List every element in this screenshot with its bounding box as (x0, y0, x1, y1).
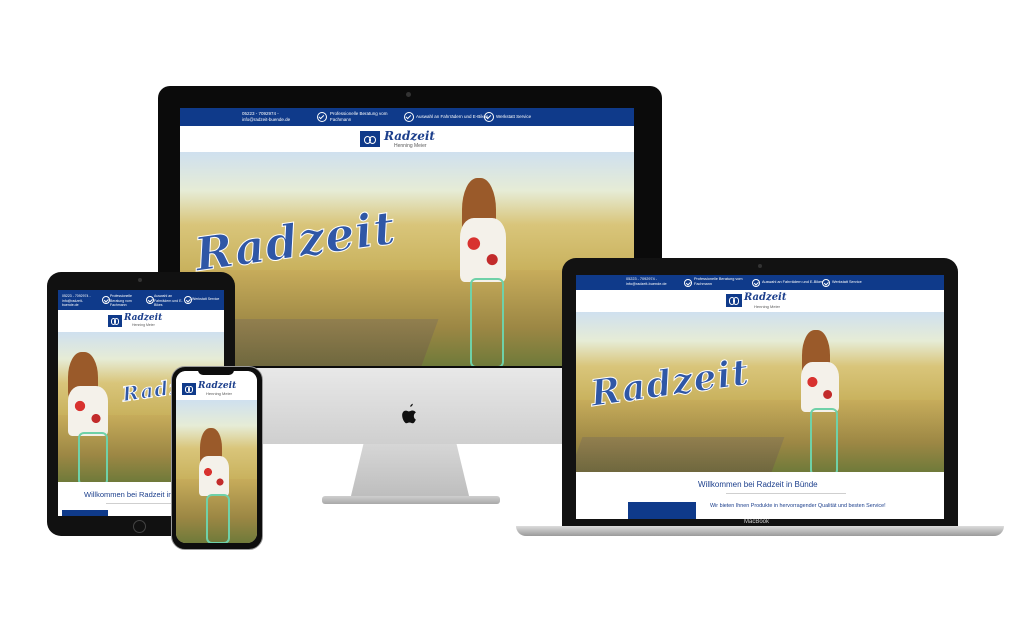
hero-banner (176, 400, 257, 543)
contact-bar: 05223 - 7092974 - info@radzeit-buende.de… (58, 290, 224, 310)
laptop-camera (758, 264, 762, 268)
laptop-base (516, 526, 1004, 536)
logo-subtitle: Henning Meier (132, 323, 155, 327)
apple-logo-icon (402, 403, 416, 424)
check-circle-icon (102, 296, 110, 304)
logo-header: Radzeit Henning Meier (176, 378, 257, 400)
bicycle-logo-icon[interactable] (360, 131, 380, 147)
welcome-heading: Willkommen bei Radzeit in Bünde (698, 480, 818, 489)
phone-notch (198, 369, 234, 375)
contact-bar: 05223 - 7092974 - info@radzeit-buende.de… (180, 108, 634, 126)
contact-bar: 05223 - 7092974 - info@radzeit-buende.de… (576, 275, 944, 290)
cyclist-image (194, 428, 240, 543)
hero-banner: Radzeit (576, 312, 944, 472)
cyclist-image (62, 352, 122, 482)
imac-stand-base (322, 496, 500, 504)
logo-header: Radzeit Henning Meier (58, 310, 224, 332)
check-circle-icon (184, 296, 192, 304)
check-circle-icon (684, 279, 692, 287)
feature-1: Professionelle Beratung vom Fachmann (330, 111, 388, 122)
welcome-divider (726, 493, 846, 494)
feature-3: Werkstatt Service (192, 297, 220, 301)
feature-3: Werkstatt Service (496, 114, 532, 119)
feature-2: Auswahl an Fahrrädern und E-Bikes (762, 280, 823, 284)
bicycle-logo-icon[interactable] (182, 383, 196, 395)
imac-camera (406, 92, 411, 97)
logo-name[interactable]: Radzeit (124, 313, 162, 323)
welcome-divider (106, 503, 178, 504)
cyclist-image (448, 178, 518, 366)
logo-subtitle: Henning Meier (394, 143, 427, 149)
check-circle-icon (317, 112, 327, 122)
tablet-home-button[interactable] (133, 520, 146, 533)
feature-3: Werkstatt Service (832, 280, 862, 284)
check-circle-icon (752, 279, 760, 287)
logo-header: Radzeit Henning Meier (180, 126, 634, 152)
bicycle-logo-icon[interactable] (726, 294, 742, 307)
contact-text[interactable]: 05223 - 7092974 - info@radzeit-buende.de (626, 277, 674, 287)
check-circle-icon (404, 112, 414, 122)
check-circle-icon (484, 112, 494, 122)
check-circle-icon (822, 279, 830, 287)
feature-1: Professionelle Beratung vom Fachmann (694, 277, 743, 286)
contact-text[interactable]: 05223 - 7092974 - info@radzeit-buende.de (62, 294, 98, 308)
feature-1: Professionelle Beratung vom Fachmann (110, 294, 132, 307)
feature-2: Auswahl an Fahrrädern und E-Bikes (416, 114, 489, 119)
tagline-text: Wir bieten Ihnen Produkte in hervorragen… (710, 503, 886, 509)
phone-screen: Radzeit Henning Meier (176, 371, 257, 543)
logo-header: Radzeit Henning Meier (576, 290, 944, 312)
contact-text[interactable]: 05223 - 7092974 - info@radzeit-buende.de (242, 111, 300, 123)
promo-image-block (62, 510, 108, 516)
feature-2: Auswahl an Fahrrädern und E-Bikes (154, 294, 183, 307)
cyclist-image (792, 330, 848, 472)
check-circle-icon (146, 296, 154, 304)
tablet-camera (138, 278, 142, 282)
promo-image-block (628, 502, 696, 519)
logo-subtitle: Henning Meier (754, 304, 781, 309)
logo-name[interactable]: Radzeit (384, 129, 435, 143)
imac-stand (350, 440, 470, 500)
logo-name[interactable]: Radzeit (744, 292, 786, 303)
logo-name[interactable]: Radzeit (198, 381, 236, 391)
laptop-hinge-label: MacBook (744, 519, 770, 525)
logo-subtitle: Henning Meier (206, 391, 233, 396)
laptop-screen: 05223 - 7092974 - info@radzeit-buende.de… (576, 275, 944, 519)
bicycle-logo-icon[interactable] (108, 315, 122, 327)
